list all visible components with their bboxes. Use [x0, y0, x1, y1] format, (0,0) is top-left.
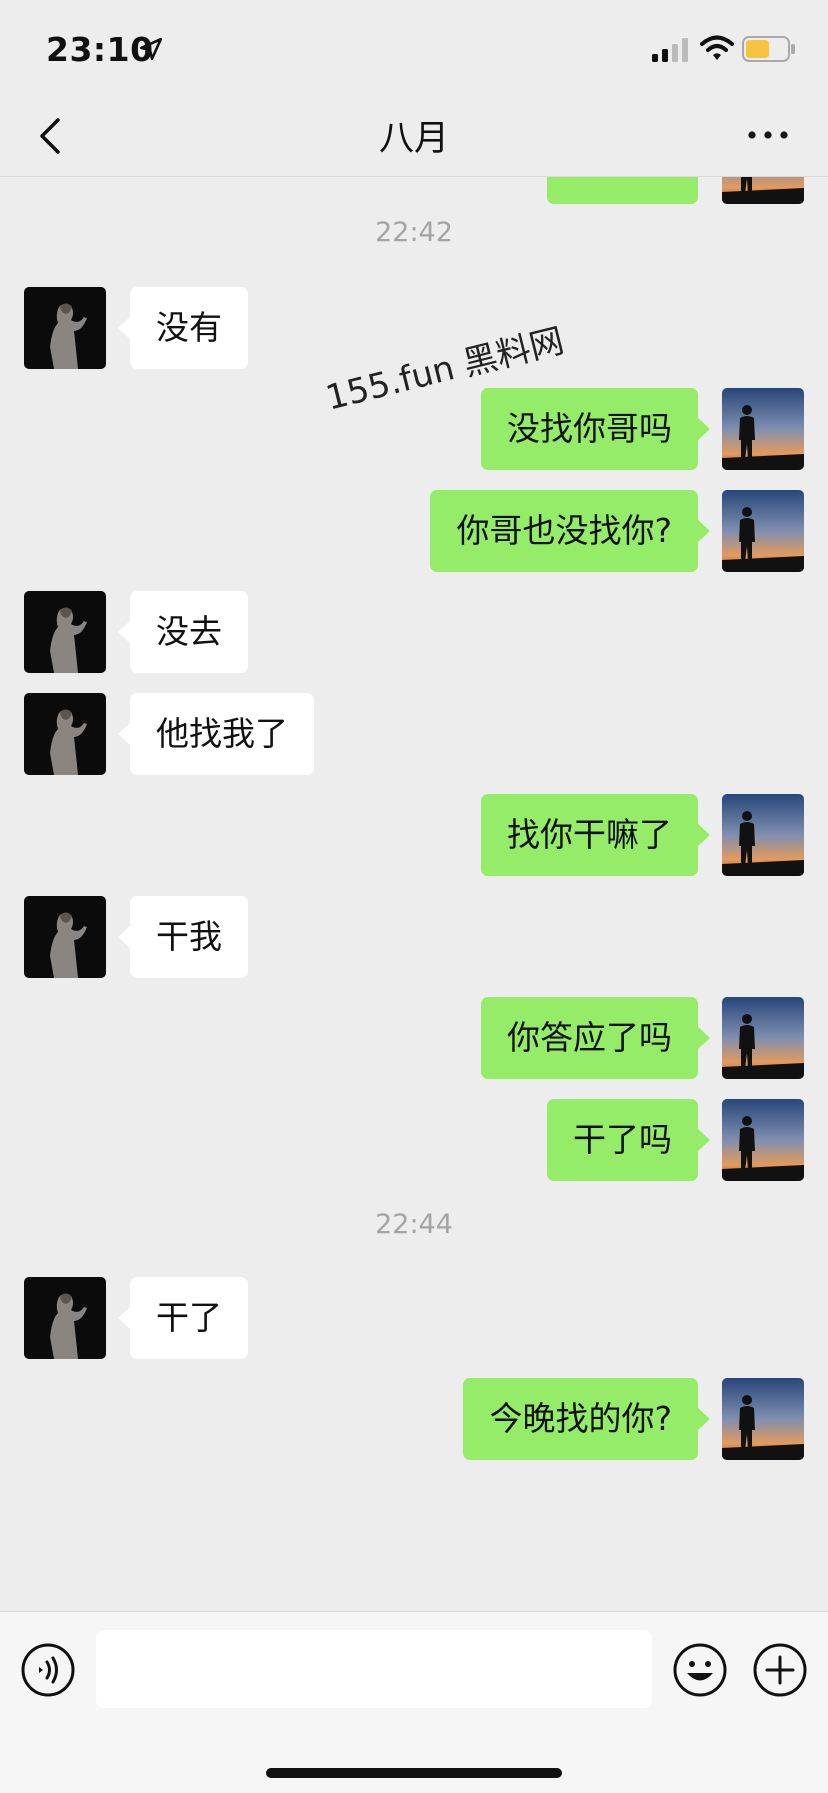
- chat-title: 八月: [378, 119, 449, 159]
- outgoing-message-bubble[interactable]: 今晚找的你?: [463, 1378, 710, 1460]
- self-avatar[interactable]: [722, 177, 804, 204]
- incoming-message-bubble[interactable]: 干我: [118, 896, 248, 978]
- self-avatar[interactable]: [722, 794, 804, 876]
- outgoing-message-bubble[interactable]: 你答应了吗: [481, 997, 710, 1079]
- outgoing-message-bubble[interactable]: 你哥也没找你?: [430, 490, 710, 572]
- status-bar: 23:10: [0, 0, 828, 100]
- contact-avatar[interactable]: [24, 591, 106, 673]
- self-avatar[interactable]: [722, 1378, 804, 1460]
- self-avatar[interactable]: [722, 997, 804, 1079]
- contact-avatar[interactable]: [24, 1277, 106, 1359]
- contact-avatar[interactable]: [24, 693, 106, 775]
- self-avatar[interactable]: [722, 1099, 804, 1181]
- location-arrow-icon: [139, 37, 163, 61]
- outgoing-message-bubble[interactable]: 在吗？: [547, 177, 698, 204]
- outgoing-message-bubble[interactable]: 干了吗: [547, 1099, 710, 1181]
- incoming-message-bubble[interactable]: 没去: [118, 591, 248, 673]
- self-avatar[interactable]: [722, 490, 804, 572]
- plus-icon[interactable]: [752, 1642, 808, 1698]
- message-timestamp: 22:44: [375, 1209, 453, 1240]
- contact-avatar[interactable]: [24, 287, 106, 369]
- cell-signal-icon: [652, 38, 688, 62]
- chat-message-list[interactable]: 155.fun 黑料网 在吗？22:42没有没找你哥吗你哥也没找你?没去他找我了…: [0, 177, 828, 1611]
- battery-icon: [742, 36, 795, 62]
- input-bar: [0, 1611, 828, 1793]
- self-avatar[interactable]: [722, 388, 804, 470]
- incoming-message-bubble[interactable]: 没有: [118, 287, 248, 369]
- message-input[interactable]: [96, 1630, 652, 1708]
- more-button[interactable]: [740, 110, 796, 160]
- wifi-icon: [700, 35, 734, 60]
- incoming-message-bubble[interactable]: 干了: [118, 1277, 248, 1359]
- home-indicator: [266, 1768, 562, 1778]
- outgoing-message-bubble[interactable]: 找你干嘛了: [481, 794, 710, 876]
- incoming-message-bubble[interactable]: 他找我了: [118, 693, 314, 775]
- outgoing-message-bubble[interactable]: 没找你哥吗: [481, 388, 710, 470]
- contact-avatar[interactable]: [24, 896, 106, 978]
- message-timestamp: 22:42: [375, 217, 453, 248]
- nav-bar: 八月: [0, 96, 828, 177]
- voice-icon[interactable]: [20, 1642, 76, 1698]
- emoji-icon[interactable]: [672, 1642, 728, 1698]
